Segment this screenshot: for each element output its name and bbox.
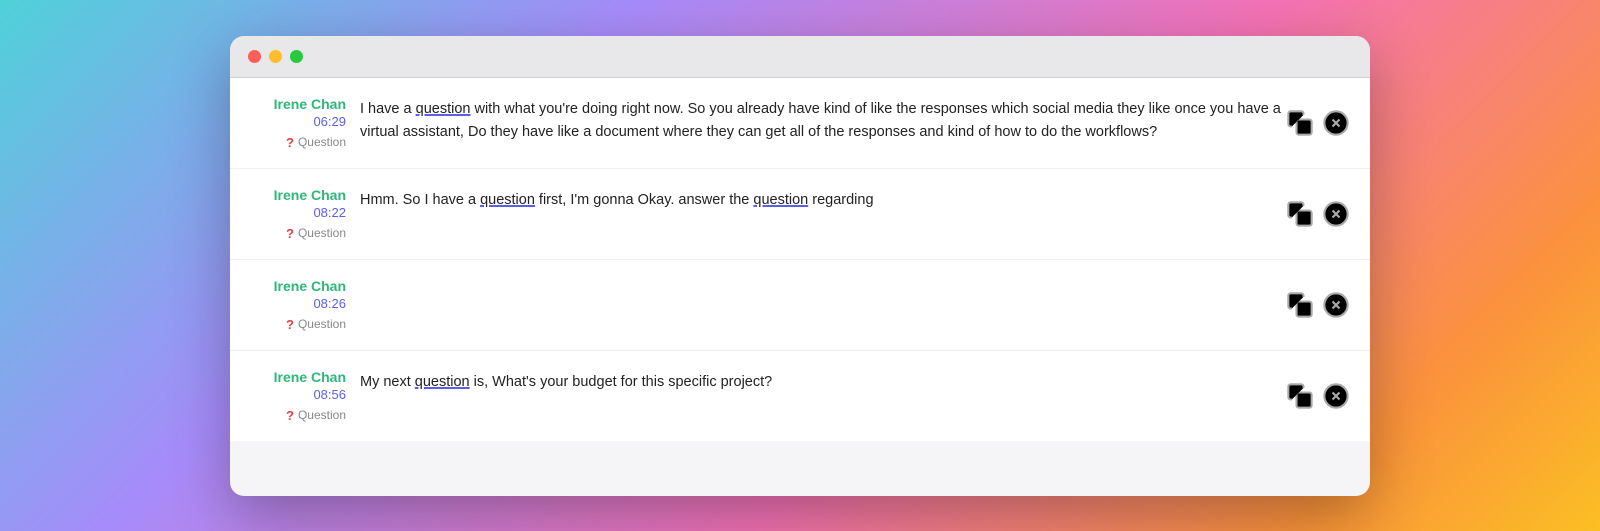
close-circle-icon: [1322, 200, 1350, 228]
title-bar: [230, 36, 1370, 78]
tag-label: Question: [298, 408, 346, 422]
speaker-name: Irene Chan: [250, 187, 346, 203]
speaker-name: Irene Chan: [250, 369, 346, 385]
copy-button[interactable]: [1286, 109, 1314, 137]
minimize-dot[interactable]: [269, 50, 282, 63]
tag-label: Question: [298, 226, 346, 240]
tag-row: ? Question: [250, 226, 346, 241]
transcript-segment: Irene Chan 08:26 ? Question: [230, 260, 1370, 351]
transcript-text: I have a question with what you're doing…: [360, 96, 1350, 146]
speaker-name: Irene Chan: [250, 278, 346, 294]
timestamp: 08:26: [250, 296, 346, 311]
speaker-name: Irene Chan: [250, 96, 346, 112]
copy-button[interactable]: [1286, 291, 1314, 319]
transcript-text: Hmm. So I have a question first, I'm gon…: [360, 187, 1350, 213]
copy-button[interactable]: [1286, 382, 1314, 410]
transcript-content: Irene Chan 06:29 ? Question I have a que…: [230, 78, 1370, 441]
tag-label: Question: [298, 317, 346, 331]
tag-label: Question: [298, 135, 346, 149]
question-icon: ?: [286, 135, 294, 150]
remove-button[interactable]: [1322, 382, 1350, 410]
speaker-info: Irene Chan 06:29 ? Question: [250, 96, 360, 150]
close-circle-icon: [1322, 382, 1350, 410]
speaker-info: Irene Chan 08:22 ? Question: [250, 187, 360, 241]
copy-icon: [1286, 382, 1314, 410]
question-icon: ?: [286, 408, 294, 423]
close-circle-icon: [1322, 109, 1350, 137]
speaker-info: Irene Chan 08:56 ? Question: [250, 369, 360, 423]
question-icon: ?: [286, 317, 294, 332]
transcript-text: My next question is, What's your budget …: [360, 369, 1350, 395]
speaker-info: Irene Chan 08:26 ? Question: [250, 278, 360, 332]
copy-icon: [1286, 109, 1314, 137]
segment-actions: [1286, 382, 1350, 410]
transcript-segment: Irene Chan 08:22 ? Question Hmm. So I ha…: [230, 169, 1370, 260]
transcript-text: [360, 278, 1350, 280]
remove-button[interactable]: [1322, 109, 1350, 137]
remove-button[interactable]: [1322, 200, 1350, 228]
close-circle-icon: [1322, 291, 1350, 319]
segment-actions: [1286, 109, 1350, 137]
tag-row: ? Question: [250, 317, 346, 332]
copy-button[interactable]: [1286, 200, 1314, 228]
copy-icon: [1286, 200, 1314, 228]
question-icon: ?: [286, 226, 294, 241]
tag-row: ? Question: [250, 135, 346, 150]
remove-button[interactable]: [1322, 291, 1350, 319]
main-window: Irene Chan 06:29 ? Question I have a que…: [230, 36, 1370, 496]
tag-row: ? Question: [250, 408, 346, 423]
maximize-dot[interactable]: [290, 50, 303, 63]
copy-icon: [1286, 291, 1314, 319]
timestamp: 08:22: [250, 205, 346, 220]
transcript-segment: Irene Chan 06:29 ? Question I have a que…: [230, 78, 1370, 169]
timestamp: 08:56: [250, 387, 346, 402]
timestamp: 06:29: [250, 114, 346, 129]
close-dot[interactable]: [248, 50, 261, 63]
segment-actions: [1286, 200, 1350, 228]
transcript-segment: Irene Chan 08:56 ? Question My next ques…: [230, 351, 1370, 441]
segment-actions: [1286, 291, 1350, 319]
